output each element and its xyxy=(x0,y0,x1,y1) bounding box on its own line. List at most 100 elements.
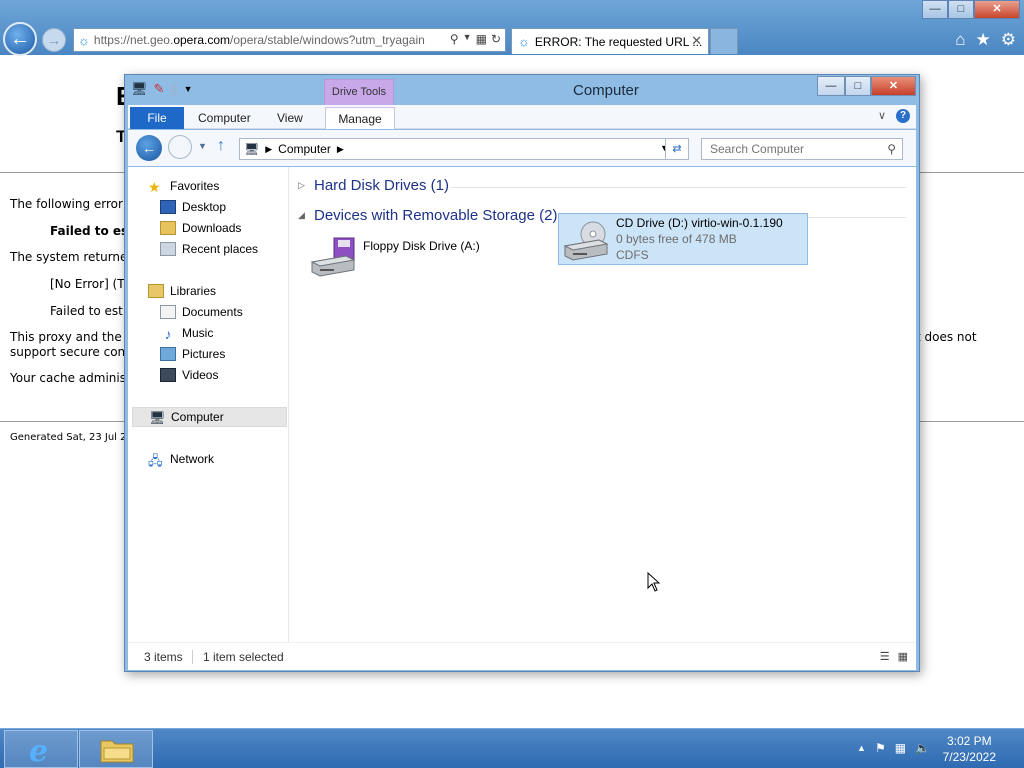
computer-icon: 🖥 xyxy=(149,410,166,425)
close-tab-icon[interactable]: ✕ xyxy=(691,33,702,49)
tab-computer[interactable]: Computer xyxy=(190,107,259,129)
computer-icon[interactable]: 🖥 xyxy=(131,81,148,97)
explorer-titlebar[interactable]: 🖥 ✎ ▯ ▼ Drive Tools Computer — □ ✕ xyxy=(125,75,919,106)
libraries-icon xyxy=(148,284,164,298)
nav-music[interactable]: ♪ Music xyxy=(160,323,214,343)
up-arrow-icon[interactable]: ↑ xyxy=(217,137,225,155)
close-button[interactable]: ✕ xyxy=(871,76,916,96)
ie-close-button[interactable]: ✕ xyxy=(974,0,1020,19)
internet-explorer-icon: e xyxy=(29,734,49,768)
tab-file[interactable]: File xyxy=(130,107,184,129)
nav-network[interactable]: 🖧 Network xyxy=(148,449,214,469)
address-url[interactable]: https://net.geo.opera.com/opera/stable/w… xyxy=(94,33,434,47)
nav-desktop[interactable]: Desktop xyxy=(160,197,226,217)
tab-view[interactable]: View xyxy=(269,107,311,129)
clock-date: 7/23/2022 xyxy=(942,750,996,764)
new-folder-icon[interactable]: ▯ xyxy=(170,81,177,97)
search-icon[interactable]: ⚲ xyxy=(887,142,896,156)
ie-tab[interactable]: ☼ ERROR: The requested URL ... ✕ xyxy=(511,28,709,54)
page-footer: Generated Sat, 23 Jul 20 xyxy=(10,432,133,443)
cd-drive-item[interactable]: CD Drive (D:) virtio-win-0.1.190 0 bytes… xyxy=(558,213,808,265)
action-center-flag-icon[interactable]: ⚑ xyxy=(875,741,886,755)
navigation-pane: ★ Favorites Desktop Downloads Recent pla… xyxy=(128,167,289,642)
clock[interactable]: 3:02 PM 7/23/2022 xyxy=(943,733,996,765)
large-icons-view-icon[interactable]: ▦ xyxy=(898,650,908,663)
home-icon[interactable]: ⌂ xyxy=(955,30,965,50)
explorer-window: 🖥 ✎ ▯ ▼ Drive Tools Computer — □ ✕ File … xyxy=(124,74,920,672)
group-divider xyxy=(450,187,906,188)
nav-videos[interactable]: Videos xyxy=(160,365,218,385)
taskbar-ie-button[interactable]: e xyxy=(4,730,78,768)
navigation-bar: ← ▼ ↑ 🖥 ▶ Computer ▶ ▼ ⇄ ⚲ xyxy=(128,130,916,166)
nav-pictures[interactable]: Pictures xyxy=(160,344,225,364)
search-input[interactable] xyxy=(702,139,872,159)
favorites-star-icon[interactable]: ★ xyxy=(976,30,991,50)
details-view-icon[interactable]: ☰ xyxy=(880,650,890,663)
content-pane: ▷ Hard Disk Drives (1) ◢ Devices with Re… xyxy=(290,167,916,642)
nav-libraries[interactable]: Libraries xyxy=(148,281,216,301)
recent-places-icon xyxy=(160,242,176,256)
computer-icon: 🖥 xyxy=(244,142,260,156)
group-hard-disk-drives[interactable]: ▷ Hard Disk Drives (1) xyxy=(298,177,449,194)
volume-muted-icon[interactable]: 🔈 xyxy=(915,741,930,755)
ie-maximize-button[interactable]: □ xyxy=(948,0,974,19)
taskbar-explorer-button[interactable] xyxy=(79,730,153,768)
ie-back-button[interactable]: ← xyxy=(3,22,37,56)
gear-icon[interactable]: ⚙ xyxy=(1001,30,1016,50)
item-count: 3 items xyxy=(144,650,183,664)
nav-label: Desktop xyxy=(182,200,227,214)
breadcrumb[interactable]: 🖥 ▶ Computer ▶ ▼ xyxy=(239,138,674,160)
show-hidden-icons-icon[interactable]: ▲ xyxy=(857,743,866,755)
expand-arrow-icon[interactable]: ▷ xyxy=(298,180,306,191)
maximize-button[interactable]: □ xyxy=(845,76,871,96)
nav-label: Documents xyxy=(182,305,243,319)
nav-favorites[interactable]: ★ Favorites xyxy=(148,176,219,196)
chevron-right-icon[interactable]: ▶ xyxy=(337,144,344,155)
nav-label: Network xyxy=(170,452,215,466)
properties-icon[interactable]: ✎ xyxy=(154,81,165,97)
ie-address-bar[interactable]: ☼ https://net.geo.opera.com/opera/stable… xyxy=(73,28,506,52)
network-status-icon[interactable]: ▦ xyxy=(895,741,906,755)
new-tab-button[interactable] xyxy=(710,28,738,54)
nav-label: Computer xyxy=(171,410,224,424)
breadcrumb-computer[interactable]: Computer xyxy=(278,142,331,156)
refresh-button[interactable]: ⇄ xyxy=(665,138,689,160)
expand-ribbon-icon[interactable]: ∨ xyxy=(878,109,886,123)
group-removable-storage[interactable]: ◢ Devices with Removable Storage (2) xyxy=(298,207,557,224)
taskbar: e ▲ ⚑ ▦ 🔈 3:02 PM 7/23/2022 xyxy=(0,728,1024,768)
back-button[interactable]: ← xyxy=(136,135,162,161)
star-icon: ★ xyxy=(148,179,161,195)
tab-favicon-icon: ☼ xyxy=(518,34,530,49)
customize-qat-icon[interactable]: ▼ xyxy=(184,84,193,94)
ie-forward-button[interactable]: → xyxy=(42,28,66,52)
clock-time: 3:02 PM xyxy=(946,734,992,748)
error-text-1: The following error xyxy=(10,197,123,211)
minimize-button[interactable]: — xyxy=(817,76,845,96)
recent-locations-icon[interactable]: ▼ xyxy=(198,141,207,151)
help-icon[interactable]: ? xyxy=(896,109,910,123)
search-box[interactable]: ⚲ xyxy=(701,138,903,160)
nav-recent-places[interactable]: Recent places xyxy=(160,239,258,259)
desktop-icon xyxy=(160,200,176,214)
compat-view-icon[interactable]: ▦ xyxy=(476,32,487,46)
error-text-8: t does not xyxy=(916,330,977,344)
nav-label: Recent places xyxy=(182,242,259,256)
nav-documents[interactable]: Documents xyxy=(160,302,243,322)
collapse-arrow-icon[interactable]: ◢ xyxy=(298,210,306,221)
nav-label: Videos xyxy=(182,368,219,382)
refresh-icon[interactable]: ↻ xyxy=(491,32,501,46)
url-path: /opera/stable/windows?utm_tryagain xyxy=(230,33,425,47)
system-tray: ▲ ⚑ ▦ 🔈 xyxy=(857,741,930,755)
status-separator xyxy=(192,650,193,664)
ie-minimize-button[interactable]: — xyxy=(922,0,948,19)
nav-computer[interactable]: 🖥 Computer xyxy=(132,407,287,427)
floppy-drive-item[interactable]: Floppy Disk Drive (A:) xyxy=(306,230,554,282)
dropdown-icon[interactable]: ▼ xyxy=(463,32,472,46)
search-icon[interactable]: ⚲ xyxy=(450,32,459,46)
window-title: Computer xyxy=(573,82,639,99)
forward-button[interactable] xyxy=(168,135,192,159)
chevron-right-icon[interactable]: ▶ xyxy=(265,144,272,155)
nav-downloads[interactable]: Downloads xyxy=(160,218,241,238)
tab-manage[interactable]: Manage xyxy=(325,107,395,129)
nav-label: Downloads xyxy=(182,221,242,235)
